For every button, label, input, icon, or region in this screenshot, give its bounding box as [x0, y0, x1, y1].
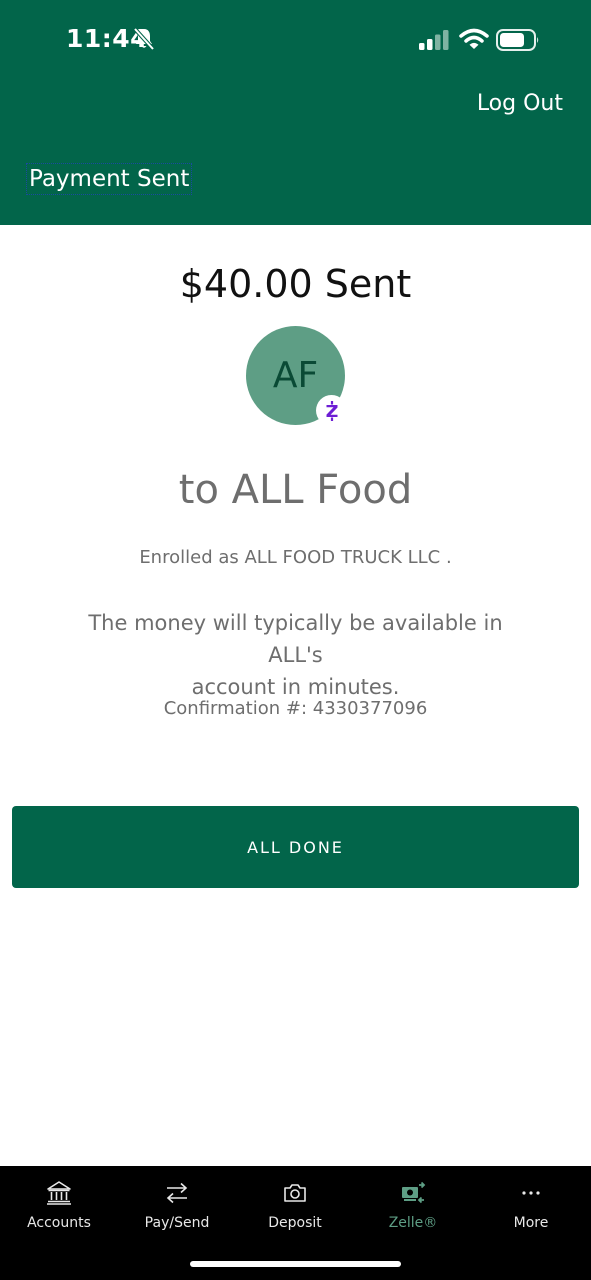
- battery-icon: [496, 29, 539, 51]
- sent-amount-heading: $40.00 Sent: [179, 262, 412, 306]
- availability-message: The money will typically be available in…: [60, 607, 531, 703]
- zelle-logo-icon: [326, 400, 337, 421]
- signal-icon: [419, 30, 449, 50]
- nav-label-accounts: Accounts: [27, 1215, 91, 1231]
- bell-off-icon: [133, 27, 155, 51]
- camera-icon: [284, 1184, 306, 1202]
- nav-label-more: More: [513, 1215, 549, 1231]
- transfer-arrows-icon: [166, 1182, 188, 1204]
- more-dots-icon: [522, 1191, 540, 1195]
- confirmation-number: Confirmation #: 4330377096: [163, 698, 428, 719]
- all-done-button[interactable]: ALL DONE: [12, 806, 579, 888]
- enrolled-as-text: Enrolled as ALL FOOD TRUCK LLC .: [139, 547, 452, 568]
- logout-link[interactable]: Log Out: [477, 91, 563, 116]
- nav-item-accounts[interactable]: Accounts: [0, 1166, 118, 1246]
- zelle-badge: [316, 395, 347, 426]
- nav-item-deposit[interactable]: Deposit: [236, 1166, 354, 1246]
- bank-icon: [47, 1181, 71, 1205]
- nav-item-more[interactable]: More: [472, 1166, 590, 1246]
- page-title: Payment Sent: [26, 163, 193, 195]
- wifi-icon: [459, 28, 489, 49]
- zelle-money-icon: [402, 1181, 426, 1204]
- app-header: 11:44 Log Out Payment Sent: [0, 0, 591, 225]
- avatar-initials: AF: [272, 355, 319, 396]
- nav-label-pay-send: Pay/Send: [144, 1215, 210, 1231]
- payment-sent-screen: 11:44 Log Out Payment Sent $40.00 Sent A…: [0, 0, 591, 1280]
- nav-label-zelle: Zelle®: [388, 1215, 438, 1231]
- nav-label-deposit: Deposit: [268, 1215, 322, 1231]
- home-indicator: [190, 1261, 401, 1267]
- nav-item-zelle[interactable]: Zelle®: [354, 1166, 472, 1246]
- availability-line-1: The money will typically be available in…: [88, 611, 503, 667]
- nav-item-pay-send[interactable]: Pay/Send: [118, 1166, 236, 1246]
- recipient-name: to ALL Food: [178, 467, 413, 513]
